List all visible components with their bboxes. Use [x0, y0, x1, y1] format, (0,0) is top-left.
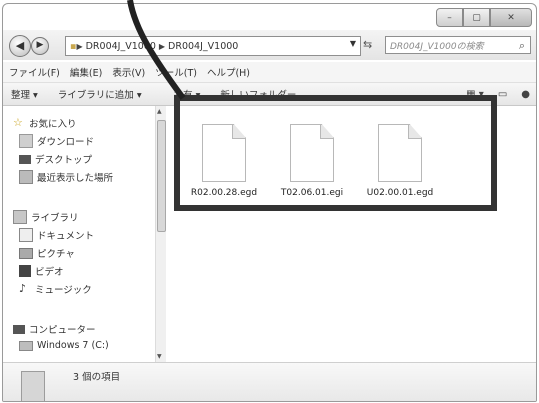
nav-label: ドキュメント: [37, 231, 95, 242]
forward-button[interactable]: ▶: [31, 37, 49, 55]
library-icon: [13, 210, 27, 224]
nav-label: デスクトップ: [35, 155, 93, 166]
nav-label: ミュージック: [35, 285, 92, 296]
refresh-icon[interactable]: ⇆: [363, 38, 372, 51]
nav-downloads[interactable]: ダウンロード: [19, 134, 94, 148]
scroll-thumb[interactable]: [157, 120, 166, 232]
organize-button[interactable]: 整理 ▾: [11, 87, 38, 101]
star-icon: ☆: [13, 116, 23, 129]
search-icon: ⌕: [518, 39, 525, 52]
nav-videos[interactable]: ビデオ: [19, 264, 64, 278]
search-placeholder: DR004J_V1000の検索: [390, 41, 484, 52]
nav-label: ダウンロード: [37, 137, 95, 148]
item-count: 3 個の項目: [73, 372, 121, 383]
download-folder-icon: [19, 134, 33, 148]
nav-label: 最近表示した場所: [37, 173, 114, 184]
nav-documents[interactable]: ドキュメント: [19, 228, 94, 242]
nav-label: ピクチャ: [37, 249, 75, 260]
nav-music[interactable]: ♪ ミュージック: [19, 282, 92, 297]
address-row: ◀ ▶ ▪ ▶ DR004J_V1000 ▶ DR004J_V1000 ▼ ⇆ …: [3, 30, 536, 60]
nav-drive-c[interactable]: Windows 7 (C:): [19, 340, 109, 351]
nav-label: ビデオ: [35, 267, 64, 278]
scroll-up-icon[interactable]: ▲: [157, 108, 162, 115]
callout-arc: [127, 0, 186, 100]
back-button[interactable]: ◀: [9, 35, 31, 57]
breadcrumb-separator: ▶: [76, 41, 83, 51]
menu-bar: ファイル(F) 編集(E) 表示(V) ツール(T) ヘルプ(H): [3, 62, 536, 83]
nav-computer[interactable]: コンピューター: [13, 322, 96, 336]
status-bar: 3 個の項目: [3, 362, 536, 401]
nav-favorites[interactable]: ☆ お気に入り: [13, 116, 77, 131]
close-button[interactable]: ✕: [490, 8, 532, 27]
help-icon[interactable]: ●: [521, 89, 530, 100]
music-icon: ♪: [19, 282, 27, 295]
video-icon: [19, 265, 31, 277]
navigation-pane: ☆ お気に入り ダウンロード デスクトップ 最近表示した場所 ライブラリ ドキュ…: [3, 106, 155, 362]
nav-libraries[interactable]: ライブラリ: [13, 210, 79, 224]
nav-label: Windows 7 (C:): [37, 340, 109, 351]
search-input[interactable]: DR004J_V1000の検索 ⌕: [385, 36, 531, 54]
nav-scrollbar[interactable]: ▲ ▼: [155, 106, 166, 362]
folder-preview-icon: [21, 371, 45, 401]
nav-label: お気に入り: [29, 119, 77, 130]
desktop-icon: [19, 154, 31, 164]
documents-icon: [19, 228, 33, 242]
recent-places-icon: [19, 170, 33, 184]
hard-drive-icon: [19, 340, 33, 351]
nav-desktop[interactable]: デスクトップ: [19, 152, 92, 166]
nav-pictures[interactable]: ピクチャ: [19, 246, 75, 260]
highlight-frame: [174, 95, 497, 211]
nav-label: ライブラリ: [31, 213, 79, 224]
nav-recent[interactable]: 最近表示した場所: [19, 170, 113, 184]
maximize-button[interactable]: ▢: [463, 8, 490, 27]
chevron-down-icon[interactable]: ▼: [350, 39, 356, 48]
scroll-down-icon[interactable]: ▼: [157, 353, 162, 360]
menu-file[interactable]: ファイル(F): [9, 65, 60, 79]
minimize-button[interactable]: –: [436, 8, 463, 27]
pictures-icon: [19, 247, 33, 259]
computer-icon: [13, 324, 25, 334]
preview-pane-icon[interactable]: ▭: [498, 89, 507, 100]
nav-label: コンピューター: [29, 325, 96, 336]
caption-buttons: – ▢ ✕: [436, 8, 532, 27]
